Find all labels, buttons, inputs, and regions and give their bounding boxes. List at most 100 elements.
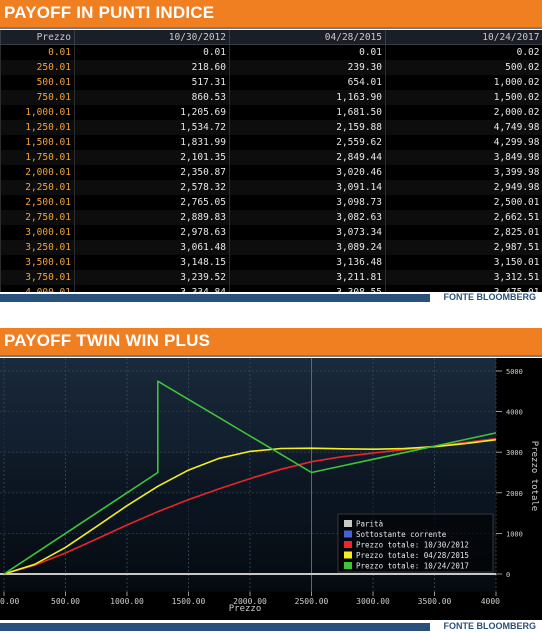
table-row: 1,500.01 1,831.99 2,559.62 4,299.98: [0, 135, 542, 150]
legend-label: Parità: [356, 520, 383, 529]
payoff-cell: 3,849.98: [385, 150, 542, 165]
payoff-cell: 3,308.55: [229, 285, 386, 292]
price-cell: 500.01: [0, 75, 75, 90]
payoff-chart: 0 1000 2000 3000 4000 5000 0.00 500.00 1000.00 1…: [0, 358, 542, 620]
payoff-cell: 218.60: [74, 60, 230, 75]
payoff-cell: 3,089.24: [229, 240, 386, 255]
payoff-cell: 2,825.01: [385, 225, 542, 240]
x-tick-label: 500.00: [51, 597, 80, 606]
payoff-cell: 2,978.63: [74, 225, 230, 240]
table-row: 1,250.01 1,534.72 2,159.88 4,749.98: [0, 120, 542, 135]
price-cell: 3,750.01: [0, 270, 75, 285]
legend-swatch: [344, 530, 352, 538]
table-row: 3,750.01 3,239.52 3,211.81 3,312.51: [0, 270, 542, 285]
payoff-chart-container: 0 1000 2000 3000 4000 5000 0.00 500.00 1000.00 1…: [0, 358, 542, 620]
payoff-cell: 2,987.51: [385, 240, 542, 255]
y-tick-label: 3000: [506, 449, 523, 457]
payoff-cell: 0.01: [74, 44, 230, 60]
table-panel-title: PAYOFF IN PUNTI INDICE: [4, 3, 215, 22]
price-cell: 3,250.01: [0, 240, 75, 255]
payoff-cell: 860.53: [74, 90, 230, 105]
payoff-cell: 654.01: [229, 75, 386, 90]
table-row: 2,500.01 2,765.05 3,098.73 2,500.01: [0, 195, 542, 210]
payoff-cell: 2,765.05: [74, 195, 230, 210]
payoff-cell: 3,073.34: [229, 225, 386, 240]
table-panel-header: PAYOFF IN PUNTI INDICE: [0, 0, 542, 27]
x-tick-label: 3000.00: [356, 597, 390, 606]
price-cell: 1,250.01: [0, 120, 75, 135]
table-header-row: Prezzo 10/30/2012 04/28/2015 10/24/2017: [0, 30, 542, 45]
payoff-cell: 1,534.72: [74, 120, 230, 135]
payoff-cell: 2,889.83: [74, 210, 230, 225]
payoff-cell: 2,662.51: [385, 210, 542, 225]
legend-swatch: [344, 541, 352, 548]
payoff-cell: 3,211.81: [229, 270, 386, 285]
payoff-cell: 3,061.48: [74, 240, 230, 255]
payoff-cell: 0.01: [229, 44, 386, 60]
payoff-cell: 1,500.02: [385, 90, 542, 105]
x-axis-label: Prezzo: [229, 604, 262, 614]
table-panel-divider: [0, 27, 542, 29]
payoff-cell: 1,205.69: [74, 105, 230, 120]
table-row: 2,250.01 2,578.32 3,091.14 2,949.98: [0, 180, 542, 195]
table-row: 3,000.01 2,978.63 3,073.34 2,825.01: [0, 225, 542, 240]
payoff-cell: 2,949.98: [385, 180, 542, 195]
legend-swatch: [344, 562, 352, 569]
payoff-cell: 3,091.14: [229, 180, 386, 195]
payoff-cell: 1,831.99: [74, 135, 230, 150]
price-cell: 2,250.01: [0, 180, 75, 195]
price-cell: 1,750.01: [0, 150, 75, 165]
y-tick-label: 2000: [506, 490, 523, 498]
y-tick-label: 1000: [506, 530, 523, 538]
price-cell: 250.01: [0, 60, 75, 75]
x-tick-label: 0.00: [0, 597, 19, 606]
legend-swatch: [344, 551, 352, 559]
price-cell: 1,000.01: [0, 105, 75, 120]
table-row: 250.01 218.60 239.30 500.02: [0, 60, 542, 75]
legend: ParitàSottostante corrente Prezzo totale:…: [337, 513, 494, 573]
payoff-cell: 1,000.02: [385, 75, 542, 90]
payoff-cell: 2,101.35: [74, 150, 230, 165]
payoff-cell: 500.02: [385, 60, 542, 75]
column-header: 10/24/2017: [385, 30, 542, 45]
payoff-cell: 3,334.84: [74, 285, 230, 292]
payoff-cell: 1,163.90: [229, 90, 386, 105]
table-row: 500.01 517.31 654.01 1,000.02: [0, 75, 542, 90]
price-cell: 3,000.01: [0, 225, 75, 240]
price-cell: 3,500.01: [0, 255, 75, 270]
payoff-cell: 3,020.46: [229, 165, 386, 180]
legend-label: Sottostante corrente: [356, 530, 447, 539]
table-row: 3,250.01 3,061.48 3,089.24 2,987.51: [0, 240, 542, 255]
payoff-cell: 3,475.01: [385, 285, 542, 292]
chart-panel-divider: [0, 355, 542, 357]
table-row: 2,750.01 2,889.83 3,082.63 2,662.51: [0, 210, 542, 225]
payoff-cell: 4,299.98: [385, 135, 542, 150]
x-tick-label: 4000: [481, 597, 500, 606]
payoff-cell: 3,312.51: [385, 270, 542, 285]
table-row: 1,750.01 2,101.35 2,849.44 3,849.98: [0, 150, 542, 165]
payoff-cell: 3,148.15: [74, 255, 230, 270]
payoff-cell: 3,136.48: [229, 255, 386, 270]
payoff-cell: 2,849.44: [229, 150, 386, 165]
chart-panel-header: PAYOFF TWIN WIN PLUS: [0, 328, 542, 355]
payoff-cell: 0.02: [385, 44, 542, 60]
payoff-cell: 2,159.88: [229, 120, 386, 135]
y-tick-label: 5000: [506, 368, 523, 376]
table-row: 1,000.01 1,205.69 1,681.50 2,000.02: [0, 105, 542, 120]
price-cell: 2,000.01: [0, 165, 75, 180]
payoff-cell: 2,000.02: [385, 105, 542, 120]
x-tick-label: 3500.00: [418, 597, 452, 606]
payoff-cell: 3,239.52: [74, 270, 230, 285]
payoff-cell: 4,749.98: [385, 120, 542, 135]
table-row: 3,500.01 3,148.15 3,136.48 3,150.01: [0, 255, 542, 270]
y-tick-label: 0: [506, 571, 510, 579]
x-tick-label: 2500.00: [295, 597, 329, 606]
legend-swatch: [344, 520, 352, 527]
payoff-table: Prezzo 10/30/2012 04/28/2015 10/24/2017 …: [0, 30, 542, 292]
table-source-label: FONTE BLOOMBERG: [443, 292, 537, 302]
x-tick-label: 1500.00: [172, 597, 206, 606]
payoff-cell: 3,150.01: [385, 255, 542, 270]
payoff-cell: 517.31: [74, 75, 230, 90]
legend-label: Prezzo totale: 10/24/2017: [356, 562, 469, 571]
column-header: 10/30/2012: [74, 30, 230, 45]
